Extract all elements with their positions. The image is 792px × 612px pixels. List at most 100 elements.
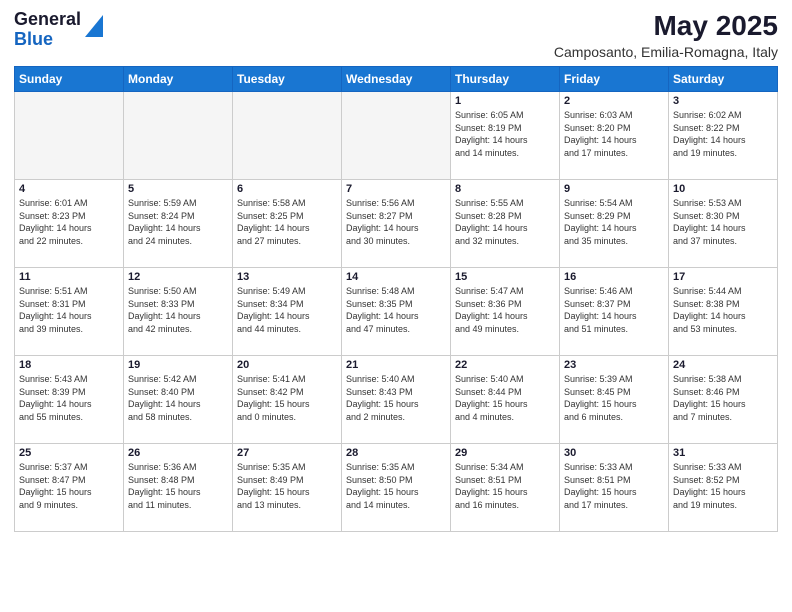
- day-number: 11: [19, 271, 119, 283]
- calendar-table: SundayMondayTuesdayWednesdayThursdayFrid…: [14, 66, 778, 532]
- day-info: Sunrise: 5:47 AM Sunset: 8:36 PM Dayligh…: [455, 285, 555, 335]
- day-number: 20: [237, 359, 337, 371]
- day-info: Sunrise: 5:38 AM Sunset: 8:46 PM Dayligh…: [673, 373, 773, 423]
- calendar-cell: 5 Sunrise: 5:59 AM Sunset: 8:24 PM Daylig…: [124, 180, 233, 268]
- day-info: Sunrise: 5:35 AM Sunset: 8:50 PM Dayligh…: [346, 461, 446, 511]
- day-number: 27: [237, 447, 337, 459]
- calendar-cell: [15, 92, 124, 180]
- day-number: 7: [346, 183, 446, 195]
- calendar-cell: 14Sunrise: 5:48 AM Sunset: 8:35 PM Dayli…: [342, 268, 451, 356]
- calendar-cell: 3Sunrise: 6:02 AM Sunset: 8:22 PM Daylig…: [669, 92, 778, 180]
- logo-general: General: [14, 9, 81, 29]
- col-header-tuesday: Tuesday: [233, 67, 342, 92]
- day-info: Sunrise: 5:40 AM Sunset: 8:44 PM Dayligh…: [455, 373, 555, 423]
- day-info: Sunrise: 5:46 AM Sunset: 8:37 PM Dayligh…: [564, 285, 664, 335]
- col-header-friday: Friday: [560, 67, 669, 92]
- day-info: Sunrise: 6:01 AM Sunset: 8:23 PM Dayligh…: [19, 197, 119, 247]
- calendar-cell: 11Sunrise: 5:51 AM Sunset: 8:31 PM Dayli…: [15, 268, 124, 356]
- day-info: Sunrise: 5:39 AM Sunset: 8:45 PM Dayligh…: [564, 373, 664, 423]
- day-info: Sunrise: 5:42 AM Sunset: 8:40 PM Dayligh…: [128, 373, 228, 423]
- calendar-cell: 17 Sunrise: 5:44 AM Sunset: 8:38 PM Dayli…: [669, 268, 778, 356]
- col-header-wednesday: Wednesday: [342, 67, 451, 92]
- day-number: 8: [455, 183, 555, 195]
- calendar-cell: 4 Sunrise: 6:01 AM Sunset: 8:23 PM Daylig…: [15, 180, 124, 268]
- calendar-cell: 30 Sunrise: 5:33 AM Sunset: 8:51 PM Dayli…: [560, 444, 669, 532]
- day-number: 16: [564, 271, 664, 283]
- logo-triangle-icon: [85, 15, 103, 37]
- calendar-cell: 18 Sunrise: 5:43 AM Sunset: 8:39 PM Dayli…: [15, 356, 124, 444]
- day-info: Sunrise: 5:44 AM Sunset: 8:38 PM Dayligh…: [673, 285, 773, 335]
- day-info: Sunrise: 5:43 AM Sunset: 8:39 PM Dayligh…: [19, 373, 119, 423]
- day-number: 24: [673, 359, 773, 371]
- day-info: Sunrise: 5:49 AM Sunset: 8:34 PM Dayligh…: [237, 285, 337, 335]
- day-info: Sunrise: 5:36 AM Sunset: 8:48 PM Dayligh…: [128, 461, 228, 511]
- calendar-cell: 28Sunrise: 5:35 AM Sunset: 8:50 PM Dayli…: [342, 444, 451, 532]
- calendar-cell: 29 Sunrise: 5:34 AM Sunset: 8:51 PM Dayli…: [451, 444, 560, 532]
- day-info: Sunrise: 6:03 AM Sunset: 8:20 PM Dayligh…: [564, 109, 664, 159]
- day-info: Sunrise: 5:40 AM Sunset: 8:43 PM Dayligh…: [346, 373, 446, 423]
- day-number: 2: [564, 95, 664, 107]
- calendar-cell: [233, 92, 342, 180]
- logo-text-block: General Blue: [14, 10, 103, 50]
- calendar-cell: 24 Sunrise: 5:38 AM Sunset: 8:46 PM Dayli…: [669, 356, 778, 444]
- calendar-week-row: 25Sunrise: 5:37 AM Sunset: 8:47 PM Dayli…: [15, 444, 778, 532]
- calendar-cell: 8Sunrise: 5:55 AM Sunset: 8:28 PM Daylig…: [451, 180, 560, 268]
- day-number: 5: [128, 183, 228, 195]
- calendar-cell: 25Sunrise: 5:37 AM Sunset: 8:47 PM Dayli…: [15, 444, 124, 532]
- calendar-cell: 10Sunrise: 5:53 AM Sunset: 8:30 PM Dayli…: [669, 180, 778, 268]
- calendar-header-row: SundayMondayTuesdayWednesdayThursdayFrid…: [15, 67, 778, 92]
- day-info: Sunrise: 5:33 AM Sunset: 8:52 PM Dayligh…: [673, 461, 773, 511]
- day-info: Sunrise: 5:54 AM Sunset: 8:29 PM Dayligh…: [564, 197, 664, 247]
- calendar-week-row: 11Sunrise: 5:51 AM Sunset: 8:31 PM Dayli…: [15, 268, 778, 356]
- calendar-cell: 2 Sunrise: 6:03 AM Sunset: 8:20 PM Daylig…: [560, 92, 669, 180]
- calendar-cell: 7 Sunrise: 5:56 AM Sunset: 8:27 PM Daylig…: [342, 180, 451, 268]
- day-info: Sunrise: 5:48 AM Sunset: 8:35 PM Dayligh…: [346, 285, 446, 335]
- calendar-cell: 21 Sunrise: 5:40 AM Sunset: 8:43 PM Dayli…: [342, 356, 451, 444]
- calendar-cell: 12 Sunrise: 5:50 AM Sunset: 8:33 PM Dayli…: [124, 268, 233, 356]
- day-number: 30: [564, 447, 664, 459]
- day-info: Sunrise: 5:41 AM Sunset: 8:42 PM Dayligh…: [237, 373, 337, 423]
- logo-blue: Blue: [14, 29, 53, 49]
- calendar-cell: 6 Sunrise: 5:58 AM Sunset: 8:25 PM Daylig…: [233, 180, 342, 268]
- logo: General Blue: [14, 10, 103, 50]
- header: General Blue May 2025 Camposanto, Emilia…: [14, 10, 778, 60]
- main-title: May 2025: [554, 10, 778, 42]
- day-number: 29: [455, 447, 555, 459]
- page: General Blue May 2025 Camposanto, Emilia…: [0, 0, 792, 612]
- calendar-cell: 31Sunrise: 5:33 AM Sunset: 8:52 PM Dayli…: [669, 444, 778, 532]
- day-number: 18: [19, 359, 119, 371]
- day-info: Sunrise: 5:50 AM Sunset: 8:33 PM Dayligh…: [128, 285, 228, 335]
- day-number: 26: [128, 447, 228, 459]
- day-number: 22: [455, 359, 555, 371]
- day-info: Sunrise: 5:59 AM Sunset: 8:24 PM Dayligh…: [128, 197, 228, 247]
- day-number: 17: [673, 271, 773, 283]
- day-number: 9: [564, 183, 664, 195]
- title-block: May 2025 Camposanto, Emilia-Romagna, Ita…: [554, 10, 778, 60]
- day-number: 21: [346, 359, 446, 371]
- day-number: 4: [19, 183, 119, 195]
- day-info: Sunrise: 5:33 AM Sunset: 8:51 PM Dayligh…: [564, 461, 664, 511]
- day-number: 6: [237, 183, 337, 195]
- col-header-sunday: Sunday: [15, 67, 124, 92]
- day-number: 15: [455, 271, 555, 283]
- calendar-week-row: 1Sunrise: 6:05 AM Sunset: 8:19 PM Daylig…: [15, 92, 778, 180]
- day-number: 13: [237, 271, 337, 283]
- calendar-cell: 16 Sunrise: 5:46 AM Sunset: 8:37 PM Dayli…: [560, 268, 669, 356]
- calendar-cell: [342, 92, 451, 180]
- calendar-cell: 13 Sunrise: 5:49 AM Sunset: 8:34 PM Dayli…: [233, 268, 342, 356]
- day-number: 19: [128, 359, 228, 371]
- calendar-cell: 9 Sunrise: 5:54 AM Sunset: 8:29 PM Daylig…: [560, 180, 669, 268]
- day-number: 1: [455, 95, 555, 107]
- day-number: 12: [128, 271, 228, 283]
- day-info: Sunrise: 5:34 AM Sunset: 8:51 PM Dayligh…: [455, 461, 555, 511]
- day-info: Sunrise: 5:56 AM Sunset: 8:27 PM Dayligh…: [346, 197, 446, 247]
- calendar-cell: 19 Sunrise: 5:42 AM Sunset: 8:40 PM Dayli…: [124, 356, 233, 444]
- subtitle: Camposanto, Emilia-Romagna, Italy: [554, 44, 778, 60]
- calendar-cell: 1Sunrise: 6:05 AM Sunset: 8:19 PM Daylig…: [451, 92, 560, 180]
- col-header-saturday: Saturday: [669, 67, 778, 92]
- col-header-monday: Monday: [124, 67, 233, 92]
- day-info: Sunrise: 5:37 AM Sunset: 8:47 PM Dayligh…: [19, 461, 119, 511]
- day-info: Sunrise: 5:35 AM Sunset: 8:49 PM Dayligh…: [237, 461, 337, 511]
- day-info: Sunrise: 5:58 AM Sunset: 8:25 PM Dayligh…: [237, 197, 337, 247]
- day-number: 10: [673, 183, 773, 195]
